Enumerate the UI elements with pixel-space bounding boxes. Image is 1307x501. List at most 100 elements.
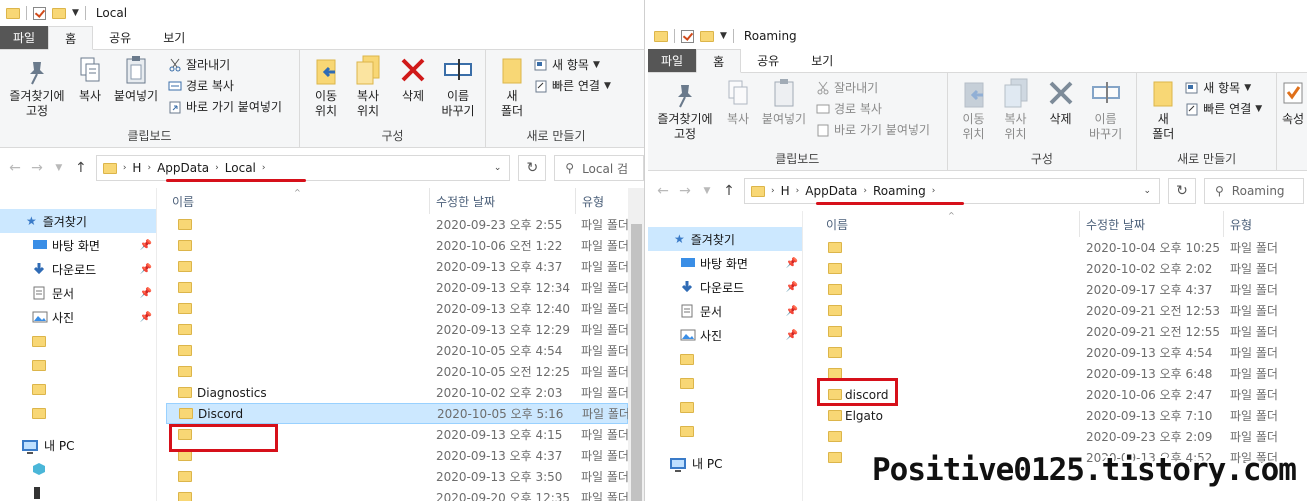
tab-file[interactable]: 파일: [648, 49, 697, 72]
pin-to-quick-access-button[interactable]: 즐겨찾기에 고정: [652, 77, 718, 142]
tab-home[interactable]: 홈: [48, 26, 94, 50]
new-item-button[interactable]: 새 항목 ▼: [534, 56, 600, 73]
chevron-right-icon[interactable]: ›: [262, 163, 266, 173]
recent-dropdown-icon[interactable]: ▼: [700, 186, 714, 196]
new-item-button[interactable]: 새 항목 ▼: [1185, 79, 1251, 96]
column-date[interactable]: 수정한 날짜: [1080, 211, 1224, 237]
paste-shortcut-button[interactable]: 바로 가기 붙여넣기: [816, 121, 930, 138]
forward-arrow-icon[interactable]: →: [678, 183, 692, 199]
chevron-right-icon[interactable]: ›: [932, 186, 936, 196]
table-row[interactable]: 2020-09-17 오후 4:37 파일 폴더: [820, 279, 1307, 300]
pin-to-quick-access-button[interactable]: 즐겨찾기에 고정: [4, 54, 70, 119]
chevron-right-icon[interactable]: ›: [215, 163, 219, 173]
table-row[interactable]: 2020-10-05 오전 12:25 파일 폴더: [166, 361, 629, 382]
move-to-button[interactable]: 이동 위치: [306, 54, 346, 119]
address-bar[interactable]: › H › AppData › Roaming › ⌄: [744, 178, 1160, 204]
pin-icon[interactable]: 📌: [140, 240, 152, 251]
up-arrow-icon[interactable]: ↑: [74, 160, 88, 176]
nav-this-pc[interactable]: 내 PC: [648, 451, 802, 475]
back-arrow-icon[interactable]: ←: [8, 160, 22, 176]
tab-view[interactable]: 보기: [147, 26, 201, 49]
nav-desktop[interactable]: 바탕 화면 📌: [0, 233, 156, 257]
table-row[interactable]: 2020-10-05 오후 4:54 파일 폴더: [166, 340, 629, 361]
table-row[interactable]: 2020-09-21 오전 12:53 파일 폴더: [820, 300, 1307, 321]
properties-button[interactable]: 속성: [1279, 77, 1307, 127]
nav-folder[interactable]: [648, 347, 802, 371]
tab-view[interactable]: 보기: [795, 49, 849, 72]
column-type[interactable]: 유형: [576, 188, 636, 214]
nav-folder[interactable]: [648, 371, 802, 395]
nav-folder[interactable]: [0, 329, 156, 353]
forward-arrow-icon[interactable]: →: [30, 160, 44, 176]
copy-path-button[interactable]: 경로 복사: [168, 77, 234, 94]
table-row[interactable]: 2020-09-13 오후 12:40 파일 폴더: [166, 298, 629, 319]
nav-documents[interactable]: 문서 📌: [648, 299, 802, 323]
breadcrumb-drive[interactable]: H: [132, 161, 141, 175]
table-row[interactable]: 2020-09-21 오전 12:55 파일 폴더: [820, 321, 1307, 342]
table-row[interactable]: Diagnostics 2020-10-02 오후 2:03 파일 폴더: [166, 382, 629, 403]
pin-icon[interactable]: 📌: [786, 306, 798, 317]
column-date[interactable]: 수정한 날짜: [430, 188, 576, 214]
address-bar[interactable]: › H › AppData › Local › ⌄: [95, 155, 511, 181]
rename-button[interactable]: 이름 바꾸기: [436, 54, 480, 119]
column-name[interactable]: 이름: [820, 211, 1080, 237]
pin-icon[interactable]: 📌: [786, 258, 798, 269]
tab-file[interactable]: 파일: [0, 26, 49, 49]
new-folder-button[interactable]: 새 폴더: [1145, 77, 1181, 142]
easy-access-button[interactable]: 빠른 연결 ▼: [534, 77, 611, 94]
chevron-right-icon[interactable]: ›: [147, 163, 151, 173]
table-row[interactable]: 2020-10-06 오전 1:22 파일 폴더: [166, 235, 629, 256]
search-box[interactable]: ⚲ Roaming: [1204, 178, 1304, 204]
nav-desktop[interactable]: 바탕 화면 📌: [648, 251, 802, 275]
nav-folder[interactable]: [0, 353, 156, 377]
vertical-scrollbar[interactable]: [628, 188, 644, 501]
chevron-right-icon[interactable]: ›: [796, 186, 800, 196]
nav-downloads[interactable]: 다운로드 📌: [0, 257, 156, 281]
table-row[interactable]: 2020-10-02 오후 2:02 파일 폴더: [820, 258, 1307, 279]
column-type[interactable]: 유형: [1224, 211, 1307, 237]
pin-icon[interactable]: 📌: [140, 312, 152, 323]
copy-button[interactable]: 복사: [74, 54, 106, 104]
breadcrumb-roaming[interactable]: Roaming: [873, 184, 926, 198]
properties-check-icon[interactable]: [33, 6, 46, 20]
new-folder-quick-icon[interactable]: [52, 7, 66, 19]
paste-button[interactable]: 붙여넣기: [110, 54, 162, 104]
new-folder-quick-icon[interactable]: [700, 30, 714, 42]
table-row[interactable]: 2020-09-13 오후 3:50 파일 폴더: [166, 466, 629, 487]
address-dropdown-icon[interactable]: ⌄: [494, 163, 502, 173]
table-row[interactable]: 2020-09-13 오후 4:37 파일 폴더: [166, 256, 629, 277]
move-to-button[interactable]: 이동 위치: [954, 77, 994, 142]
refresh-button[interactable]: ↻: [518, 155, 547, 181]
pin-icon[interactable]: 📌: [786, 282, 798, 293]
column-name[interactable]: 이름: [166, 188, 430, 214]
nav-documents[interactable]: 문서 📌: [0, 281, 156, 305]
table-row[interactable]: 2020-09-23 오후 2:55 파일 폴더: [166, 214, 629, 235]
table-row[interactable]: 2020-09-23 오후 2:09 파일 폴더: [820, 426, 1307, 447]
scrollbar-thumb[interactable]: [631, 224, 642, 501]
nav-quick-access[interactable]: ★ 즐겨찾기: [648, 227, 802, 251]
pin-icon[interactable]: 📌: [140, 288, 152, 299]
search-box[interactable]: ⚲ Local 검: [554, 155, 644, 181]
quick-access-dropdown-icon[interactable]: ▼: [720, 31, 727, 41]
table-row[interactable]: 2020-09-13 오후 12:34 파일 폴더: [166, 277, 629, 298]
breadcrumb-appdata[interactable]: AppData: [805, 184, 857, 198]
table-row[interactable]: 2020-09-13 오후 12:29 파일 폴더: [166, 319, 629, 340]
copy-to-button[interactable]: 복사 위치: [996, 77, 1036, 142]
breadcrumb-local[interactable]: Local: [225, 161, 256, 175]
nav-pictures[interactable]: 사진 📌: [0, 305, 156, 329]
table-row[interactable]: Elgato 2020-09-13 오후 7:10 파일 폴더: [820, 405, 1307, 426]
breadcrumb-appdata[interactable]: AppData: [157, 161, 209, 175]
nav-quick-access[interactable]: ★ 즐겨찾기: [0, 209, 156, 233]
pin-icon[interactable]: 📌: [140, 264, 152, 275]
up-arrow-icon[interactable]: ↑: [722, 183, 736, 199]
copy-to-button[interactable]: 복사 위치: [348, 54, 388, 119]
recent-dropdown-icon[interactable]: ▼: [52, 163, 66, 173]
table-row[interactable]: 2020-09-13 오후 4:54 파일 폴더: [820, 342, 1307, 363]
pin-icon[interactable]: 📌: [786, 330, 798, 341]
nav-folder[interactable]: [648, 395, 802, 419]
tab-share[interactable]: 공유: [93, 26, 147, 49]
copy-button[interactable]: 복사: [722, 77, 754, 127]
nav-folder[interactable]: [0, 401, 156, 425]
nav-pictures[interactable]: 사진 📌: [648, 323, 802, 347]
chevron-right-icon[interactable]: ›: [771, 186, 775, 196]
